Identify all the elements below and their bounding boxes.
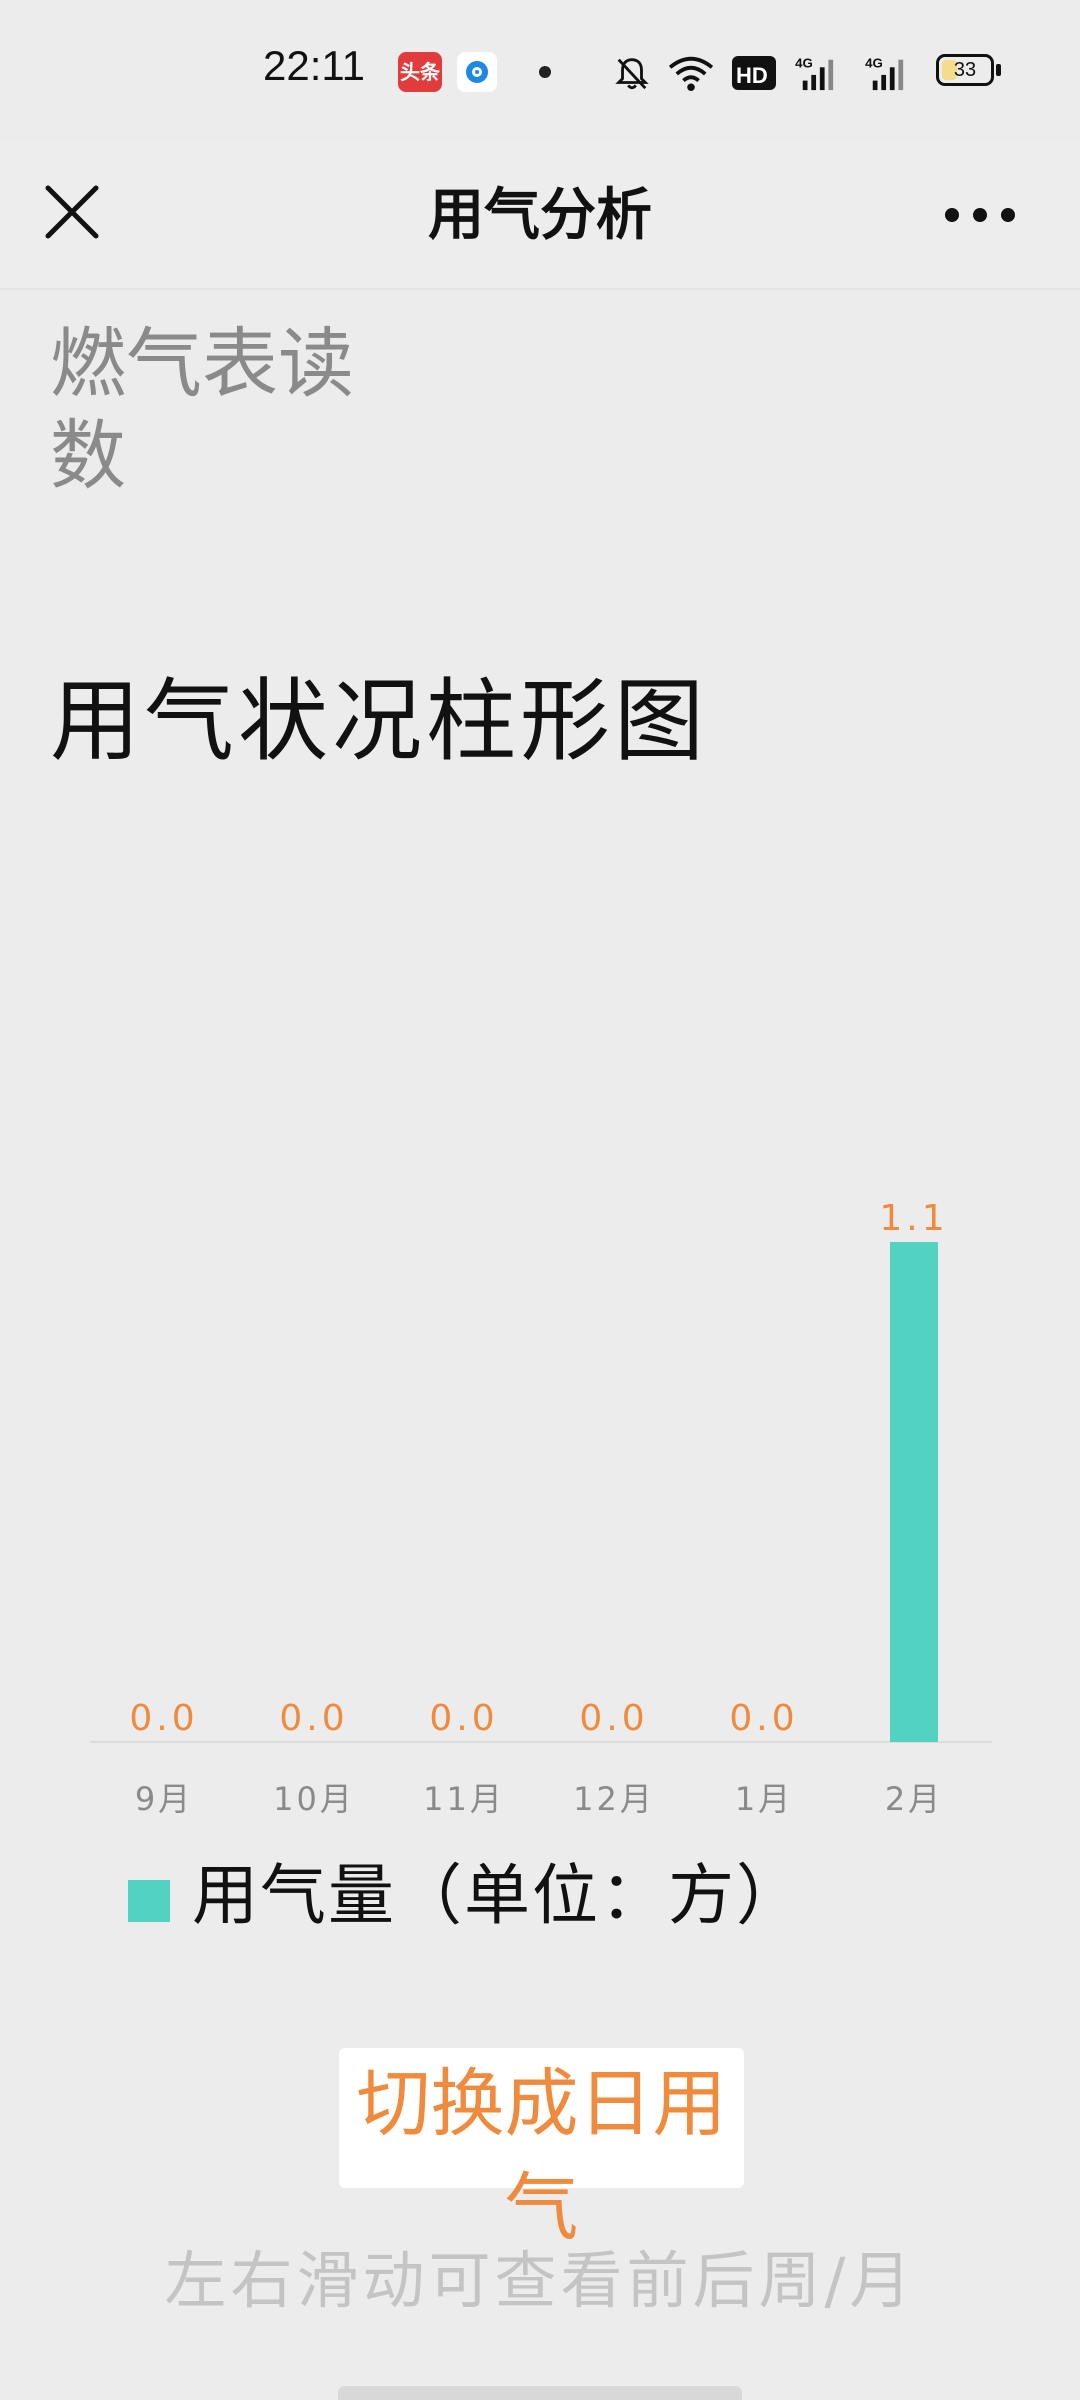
toutiao-app-icon: 头条 [398, 52, 442, 92]
status-bar: 22:11 头条 HD 4G 4G 33 [0, 0, 1080, 140]
x-tick-label: 1月 [735, 1780, 793, 1818]
more-icon[interactable] [930, 180, 1030, 250]
status-time: 22:11 [263, 42, 365, 89]
chart-bar[interactable] [890, 1242, 938, 1742]
x-tick-label: 11月 [423, 1780, 505, 1818]
bar-value-label: 1.1 [879, 1198, 948, 1239]
swipe-hint: 左右滑动可查看前后周/月 [164, 2244, 916, 2317]
x-tick-label: 9月 [135, 1780, 193, 1818]
bar-value-label: 0.0 [279, 1698, 348, 1739]
browser-app-icon [457, 52, 497, 92]
meter-reading-label[interactable]: 燃气表读数 [50, 318, 390, 502]
x-tick-label: 12月 [573, 1780, 655, 1818]
switch-to-daily-label[interactable]: 切换成日用气 [339, 2052, 744, 2260]
page-title: 用气分析 [428, 183, 652, 248]
chart-legend: 用气量（单位：方） [128, 1850, 804, 1934]
battery-level: 33 [953, 59, 977, 81]
x-tick-label: 2月 [885, 1780, 943, 1818]
bar-value-label: 0.0 [429, 1698, 498, 1739]
svg-text:4G: 4G [795, 55, 813, 70]
svg-text:4G: 4G [865, 55, 883, 70]
legend-swatch [128, 1880, 170, 1922]
x-tick-label: 10月 [273, 1780, 355, 1818]
usage-bar-chart: 0.0 9月 0.0 10月 0.0 11月 0.0 12月 0.0 1月 1.1 2月 [90, 1198, 992, 1818]
nav-bar: 用气分析 [0, 140, 1080, 290]
home-indicator[interactable] [338, 2386, 742, 2400]
legend-label: 用气量（单位：方） [192, 1857, 804, 1934]
mute-bell-icon [615, 58, 649, 90]
signal-4g-icon: 4G [795, 55, 834, 91]
signal-4g-icon: 4G [865, 55, 904, 91]
wifi-icon [668, 56, 714, 92]
notification-dot-icon [539, 66, 551, 78]
page: 22:11 头条 HD 4G 4G 33 用气分析 燃气表读数 用气状况柱形图 … [0, 0, 1080, 2400]
battery-icon: 33 [936, 54, 994, 86]
bar-value-label: 0.0 [579, 1698, 648, 1739]
battery-tip [996, 64, 1001, 76]
bar-value-label: 0.0 [129, 1698, 198, 1739]
hd-voice-icon: HD [732, 56, 776, 90]
bar-value-label: 0.0 [729, 1698, 798, 1739]
svg-text:HD: HD [736, 63, 768, 88]
chart-title: 用气状况柱形图 [50, 669, 708, 774]
